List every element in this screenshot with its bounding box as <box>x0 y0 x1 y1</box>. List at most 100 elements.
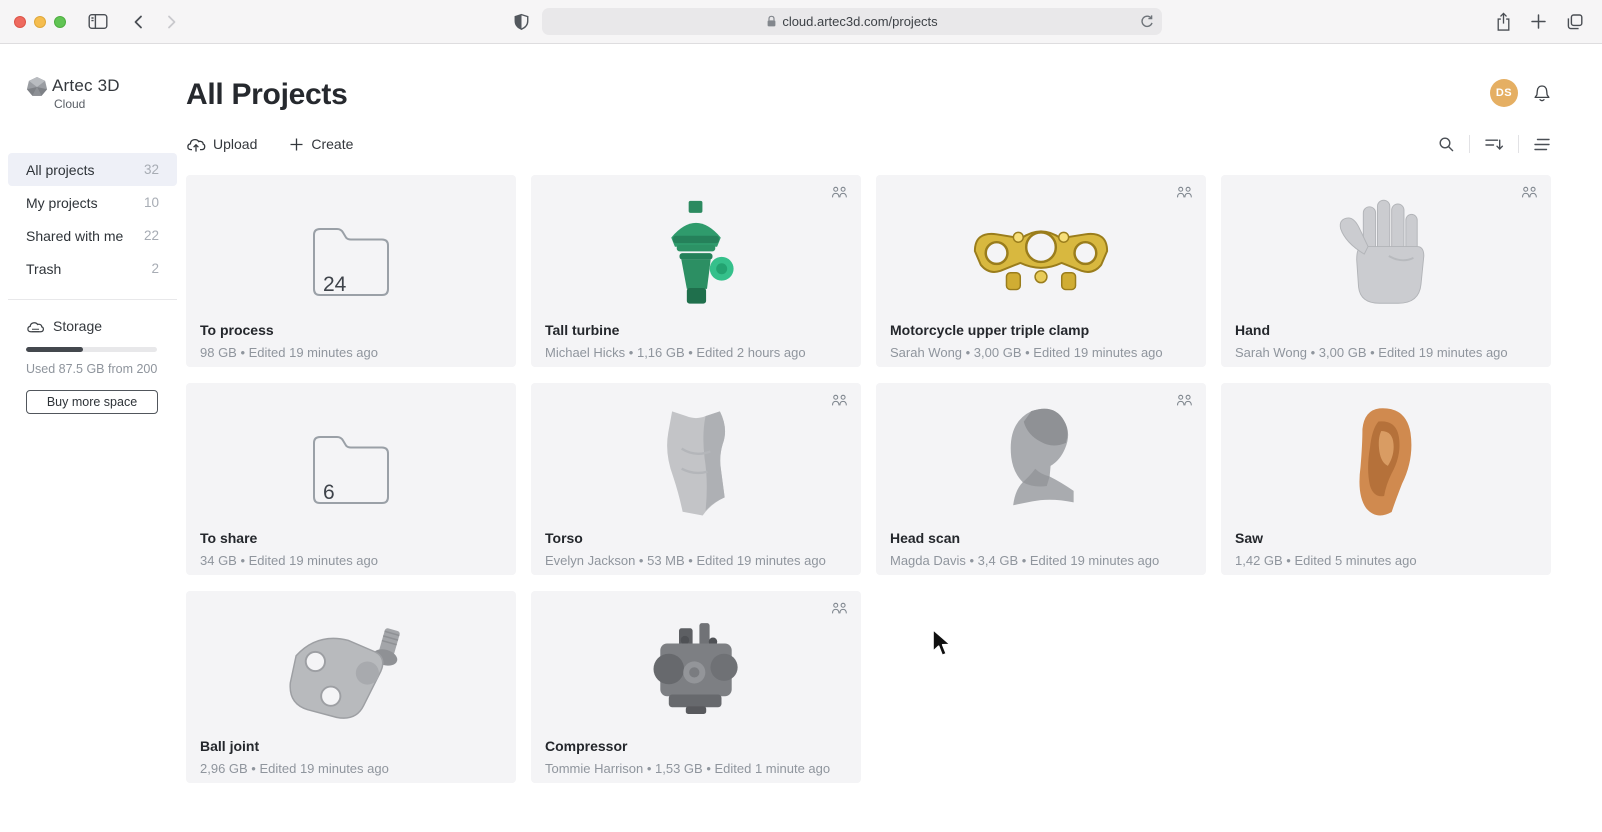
logo-title: Artec 3D <box>52 76 120 96</box>
project-card-torso[interactable]: Torso Evelyn Jackson • 53 MB • Edited 19… <box>531 383 861 575</box>
sidebar-item-count: 2 <box>151 261 159 276</box>
sidebar-divider <box>8 299 177 300</box>
project-card-to-share[interactable]: 6 To share 34 GB • Edited 19 minutes ago <box>186 383 516 575</box>
project-title: Saw <box>1235 530 1537 546</box>
sidebar-item-all-projects[interactable]: All projects 32 <box>8 153 177 186</box>
project-title: To share <box>200 530 502 546</box>
toolbar-divider <box>1469 135 1470 153</box>
project-meta: 34 GB • Edited 19 minutes ago <box>200 553 502 568</box>
url-bar[interactable]: cloud.artec3d.com/projects <box>542 8 1162 35</box>
thumbnail-motorcycle-clamp <box>876 175 1206 313</box>
project-meta: Michael Hicks • 1,16 GB • Edited 2 hours… <box>545 345 847 360</box>
list-view-icon[interactable] <box>1533 137 1551 152</box>
project-title: Head scan <box>890 530 1192 546</box>
share-icon[interactable] <box>1495 12 1512 32</box>
shared-users-icon <box>1176 394 1193 412</box>
view-tools <box>1438 135 1551 153</box>
artec3d-logo[interactable]: Artec 3D Cloud <box>26 76 186 111</box>
project-title: Motorcycle upper triple clamp <box>890 322 1192 338</box>
search-icon[interactable] <box>1438 136 1455 153</box>
buy-more-space-button[interactable]: Buy more space <box>26 390 158 414</box>
folder-icon: 6 <box>307 430 395 515</box>
project-title: Ball joint <box>200 738 502 754</box>
sidebar-item-count: 22 <box>144 228 159 243</box>
sidebar-item-label: Shared with me <box>26 228 123 244</box>
project-card-saw[interactable]: Saw 1,42 GB • Edited 5 minutes ago <box>1221 383 1551 575</box>
app-sidebar: Artec 3D Cloud All projects 32 My projec… <box>0 44 186 832</box>
forward-button[interactable] <box>162 13 180 31</box>
project-title: To process <box>200 322 502 338</box>
storage-cloud-icon <box>26 319 45 334</box>
project-title: Tall turbine <box>545 322 847 338</box>
project-title: Compressor <box>545 738 847 754</box>
page-title: All Projects <box>186 78 1551 112</box>
new-tab-icon[interactable] <box>1530 13 1547 30</box>
shared-users-icon <box>831 186 848 204</box>
project-card-compressor[interactable]: Compressor Tommie Harrison • 1,53 GB • E… <box>531 591 861 783</box>
url-text: cloud.artec3d.com/projects <box>782 14 937 29</box>
project-meta: Magda Davis • 3,4 GB • Edited 19 minutes… <box>890 553 1192 568</box>
thumbnail-tall-turbine <box>531 175 861 313</box>
project-card-motorcycle-clamp[interactable]: Motorcycle upper triple clamp Sarah Wong… <box>876 175 1206 367</box>
logo-subtitle: Cloud <box>54 97 120 111</box>
project-card-to-process[interactable]: 24 To process 98 GB • Edited 19 minutes … <box>186 175 516 367</box>
thumbnail-compressor <box>531 591 861 729</box>
thumbnail-ball-joint <box>186 591 516 729</box>
project-title: Hand <box>1235 322 1537 338</box>
project-meta: Tommie Harrison • 1,53 GB • Edited 1 min… <box>545 761 847 776</box>
upload-button[interactable]: Upload <box>186 136 257 153</box>
sort-icon[interactable] <box>1484 136 1504 152</box>
reload-icon[interactable] <box>1139 14 1154 32</box>
create-button[interactable]: Create <box>289 136 353 152</box>
project-meta: Sarah Wong • 3,00 GB • Edited 19 minutes… <box>890 345 1192 360</box>
browser-sidebar-toggle-icon[interactable] <box>88 13 108 30</box>
minimize-window-button[interactable] <box>34 16 46 28</box>
project-title: Torso <box>545 530 847 546</box>
shared-users-icon <box>831 602 848 620</box>
project-meta: 1,42 GB • Edited 5 minutes ago <box>1235 553 1537 568</box>
browser-chrome: cloud.artec3d.com/projects <box>0 0 1602 44</box>
thumbnail-hand <box>1221 175 1551 313</box>
sidebar-nav: All projects 32 My projects 10 Shared wi… <box>0 153 186 285</box>
lock-icon <box>766 15 777 28</box>
back-button[interactable] <box>130 13 148 31</box>
artec3d-logo-icon <box>26 76 48 98</box>
main-content: All Projects DS Upload Create <box>186 44 1602 832</box>
project-card-hand[interactable]: Hand Sarah Wong • 3,00 GB • Edited 19 mi… <box>1221 175 1551 367</box>
shared-users-icon <box>1176 186 1193 204</box>
sidebar-item-shared-with-me[interactable]: Shared with me 22 <box>8 219 177 252</box>
storage-progress-bar <box>26 347 157 352</box>
project-meta: Sarah Wong • 3,00 GB • Edited 19 minutes… <box>1235 345 1537 360</box>
project-grid: 24 To process 98 GB • Edited 19 minutes … <box>186 175 1551 783</box>
shared-users-icon <box>831 394 848 412</box>
zoom-window-button[interactable] <box>54 16 66 28</box>
folder-count: 24 <box>323 273 346 297</box>
sidebar-item-my-projects[interactable]: My projects 10 <box>8 186 177 219</box>
toolbar-divider <box>1518 135 1519 153</box>
plus-icon <box>289 137 304 152</box>
folder-icon: 24 <box>307 222 395 307</box>
storage-usage-text: Used 87.5 GB from 200 <box>26 362 186 376</box>
notifications-bell-icon[interactable] <box>1533 84 1551 103</box>
project-meta: Evelyn Jackson • 53 MB • Edited 19 minut… <box>545 553 847 568</box>
project-meta: 2,96 GB • Edited 19 minutes ago <box>200 761 502 776</box>
sidebar-item-label: My projects <box>26 195 98 211</box>
storage-label: Storage <box>53 318 102 334</box>
sidebar-item-label: All projects <box>26 162 94 178</box>
storage-section: Storage Used 87.5 GB from 200 Buy more s… <box>26 318 186 414</box>
upload-label: Upload <box>213 136 257 152</box>
privacy-shield-icon[interactable] <box>513 13 530 31</box>
project-card-ball-joint[interactable]: Ball joint 2,96 GB • Edited 19 minutes a… <box>186 591 516 783</box>
thumbnail-head-scan <box>876 383 1206 521</box>
close-window-button[interactable] <box>14 16 26 28</box>
thumbnail-saw <box>1221 383 1551 521</box>
tab-overview-icon[interactable] <box>1565 13 1584 31</box>
sidebar-item-label: Trash <box>26 261 61 277</box>
project-card-head-scan[interactable]: Head scan Magda Davis • 3,4 GB • Edited … <box>876 383 1206 575</box>
sidebar-item-count: 32 <box>144 162 159 177</box>
sidebar-item-trash[interactable]: Trash 2 <box>8 252 177 285</box>
project-card-tall-turbine[interactable]: Tall turbine Michael Hicks • 1,16 GB • E… <box>531 175 861 367</box>
shared-users-icon <box>1521 186 1538 204</box>
folder-count: 6 <box>323 481 335 505</box>
avatar[interactable]: DS <box>1490 79 1518 107</box>
